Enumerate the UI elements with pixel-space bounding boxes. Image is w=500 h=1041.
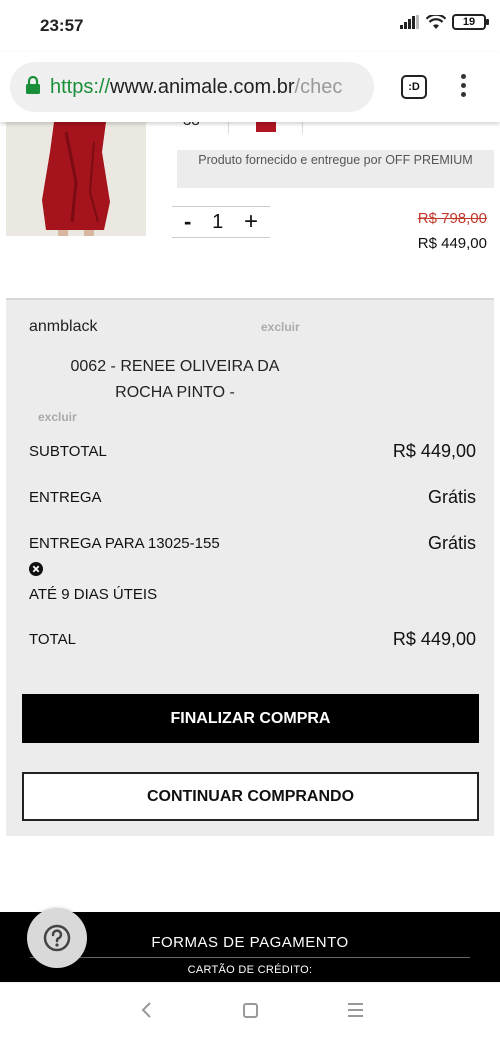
help-button[interactable] [27, 908, 87, 968]
recents-icon[interactable] [348, 1003, 363, 1021]
address-bar[interactable]: https://www.animale.com.br/chec [10, 62, 374, 112]
entrega-label: ENTREGA [29, 489, 102, 506]
subtotal-label: SUBTOTAL [29, 443, 107, 460]
subtotal-value: R$ 449,00 [392, 441, 476, 461]
product-image[interactable] [6, 122, 146, 236]
seller-note: Produto fornecido e entregue por OFF PRE… [177, 150, 494, 188]
home-icon[interactable] [243, 1003, 258, 1018]
back-icon[interactable] [140, 1001, 152, 1019]
total-value: R$ 449,00 [392, 629, 476, 649]
coupon-code: anmblack [29, 318, 98, 335]
old-price: R$ 798,00 [417, 210, 487, 227]
status-time: 23:57 [40, 16, 84, 35]
remove-coupon-link[interactable]: excluir [261, 320, 300, 334]
browser-toolbar: https://www.animale.com.br/chec :D [0, 52, 500, 122]
divider [228, 120, 229, 134]
url-domain: www.animale.com.br [110, 75, 295, 98]
delivery-time: ATÉ 9 DIAS ÚTEIS [29, 586, 158, 603]
url-scheme: https:// [50, 75, 111, 98]
status-icons: 19 [400, 14, 489, 30]
remove-seller-link[interactable]: excluir [38, 410, 77, 424]
divider [30, 957, 470, 958]
continuar-comprando-button[interactable]: CONTINUAR COMPRANDO [22, 772, 479, 821]
url-path: /chec [294, 75, 343, 98]
system-nav-bar [0, 982, 500, 1041]
quantity-stepper: - 1 + [172, 206, 270, 238]
entrega-para-label: ENTREGA PARA 13025-155 [29, 535, 220, 552]
new-price: R$ 449,00 [417, 235, 487, 252]
seller-name: 0062 - RENEE OLIVEIRA DA ROCHA PINTO - [70, 358, 280, 401]
order-summary: anmblack excluir 0062 - RENEE OLIVEIRA D… [6, 298, 494, 836]
overflow-menu-icon[interactable] [456, 74, 470, 102]
question-icon [43, 924, 71, 952]
wifi-icon [426, 14, 446, 29]
divider [302, 120, 303, 134]
qty-plus-button[interactable]: + [244, 208, 258, 236]
entrega-value: Grátis [427, 487, 476, 507]
qty-value: 1 [212, 210, 224, 233]
lock-icon [26, 75, 40, 99]
total-label: TOTAL [29, 631, 76, 648]
qty-minus-button[interactable]: - [184, 209, 191, 235]
entrega-para-value: Grátis [427, 533, 476, 553]
signal-icon [400, 15, 419, 29]
finalizar-compra-button[interactable]: FINALIZAR COMPRA [22, 694, 479, 743]
close-circle-icon[interactable] [29, 562, 43, 576]
footer-subtitle: CARTÃO DE CRÉDITO: [187, 964, 313, 976]
tab-switcher-button[interactable]: :D [401, 75, 427, 99]
url-text: https://www.animale.com.br/chec [50, 76, 342, 99]
battery-icon: 19 [452, 14, 489, 30]
status-bar: 23:57 19 [0, 0, 500, 52]
